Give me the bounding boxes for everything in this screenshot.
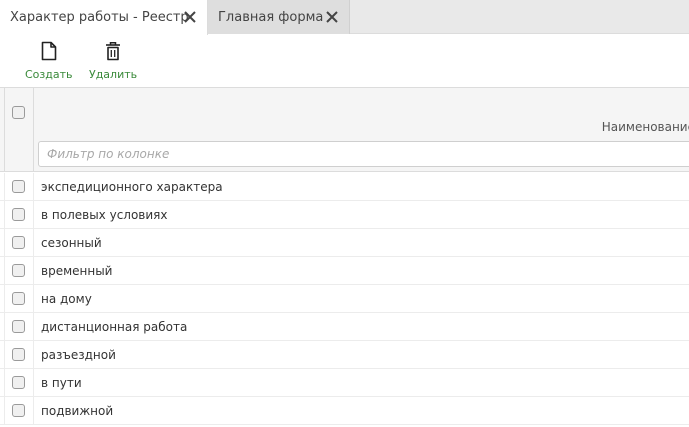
column-filter-input[interactable] bbox=[38, 141, 689, 167]
tab-main-form[interactable]: Главная форма bbox=[208, 0, 350, 34]
table-row[interactable]: в полевых условиях bbox=[0, 201, 689, 229]
tab-bar: Характер работы - Реестр Главная форма bbox=[0, 0, 689, 35]
row-name: подвижной bbox=[41, 404, 114, 418]
table-row[interactable]: экспедиционного характера bbox=[0, 173, 689, 201]
row-name: в полевых условиях bbox=[41, 208, 168, 222]
row-select-cell bbox=[4, 397, 34, 425]
table-row[interactable]: на дому bbox=[0, 285, 689, 313]
row-name: на дому bbox=[41, 292, 92, 306]
row-name: сезонный bbox=[41, 236, 102, 250]
tab-registry[interactable]: Характер работы - Реестр bbox=[0, 0, 208, 35]
table-row[interactable]: сезонный bbox=[0, 229, 689, 257]
row-checkbox[interactable] bbox=[12, 376, 25, 389]
row-checkbox[interactable] bbox=[12, 236, 25, 249]
row-checkbox[interactable] bbox=[12, 348, 25, 361]
select-all-cell bbox=[4, 88, 34, 172]
tab-label: Главная форма bbox=[218, 9, 324, 25]
create-label: Создать bbox=[25, 68, 73, 81]
tab-label: Характер работы - Реестр bbox=[10, 10, 189, 25]
row-select-cell bbox=[4, 341, 34, 369]
delete-label: Удалить bbox=[89, 68, 138, 81]
grid-rows: экспедиционного характера в полевых услов… bbox=[0, 173, 689, 425]
table-row[interactable]: разъездной bbox=[0, 341, 689, 369]
table-row[interactable]: подвижной bbox=[0, 397, 689, 425]
row-select-cell bbox=[4, 313, 34, 341]
create-button[interactable]: Создать bbox=[25, 41, 73, 81]
registry-grid: Наименование экспедиционного характера в … bbox=[0, 87, 689, 427]
row-name: в пути bbox=[41, 376, 82, 390]
new-file-icon bbox=[41, 41, 57, 61]
row-checkbox[interactable] bbox=[12, 180, 25, 193]
row-select-cell bbox=[4, 201, 34, 229]
column-header-name[interactable]: Наименование bbox=[602, 120, 689, 134]
table-row[interactable]: дистанционная работа bbox=[0, 313, 689, 341]
row-select-cell bbox=[4, 257, 34, 285]
close-icon[interactable] bbox=[325, 10, 339, 24]
trash-icon bbox=[106, 42, 121, 61]
delete-button[interactable]: Удалить bbox=[89, 41, 137, 81]
row-name: дистанционная работа bbox=[41, 320, 188, 334]
select-all-checkbox[interactable] bbox=[12, 106, 25, 119]
row-checkbox[interactable] bbox=[12, 404, 25, 417]
table-row[interactable]: в пути bbox=[0, 369, 689, 397]
row-checkbox[interactable] bbox=[12, 292, 25, 305]
toolbar: Создать Удалить bbox=[0, 35, 689, 87]
row-name: временный bbox=[41, 264, 113, 278]
row-select-cell bbox=[4, 285, 34, 313]
table-row[interactable]: временный bbox=[0, 257, 689, 285]
row-name: разъездной bbox=[41, 348, 116, 362]
row-checkbox[interactable] bbox=[12, 264, 25, 277]
row-select-cell bbox=[4, 369, 34, 397]
grid-header: Наименование bbox=[0, 88, 689, 172]
row-select-cell bbox=[4, 173, 34, 201]
row-name: экспедиционного характера bbox=[41, 180, 223, 194]
row-checkbox[interactable] bbox=[12, 320, 25, 333]
row-select-cell bbox=[4, 229, 34, 257]
row-checkbox[interactable] bbox=[12, 208, 25, 221]
close-icon[interactable] bbox=[183, 10, 197, 24]
